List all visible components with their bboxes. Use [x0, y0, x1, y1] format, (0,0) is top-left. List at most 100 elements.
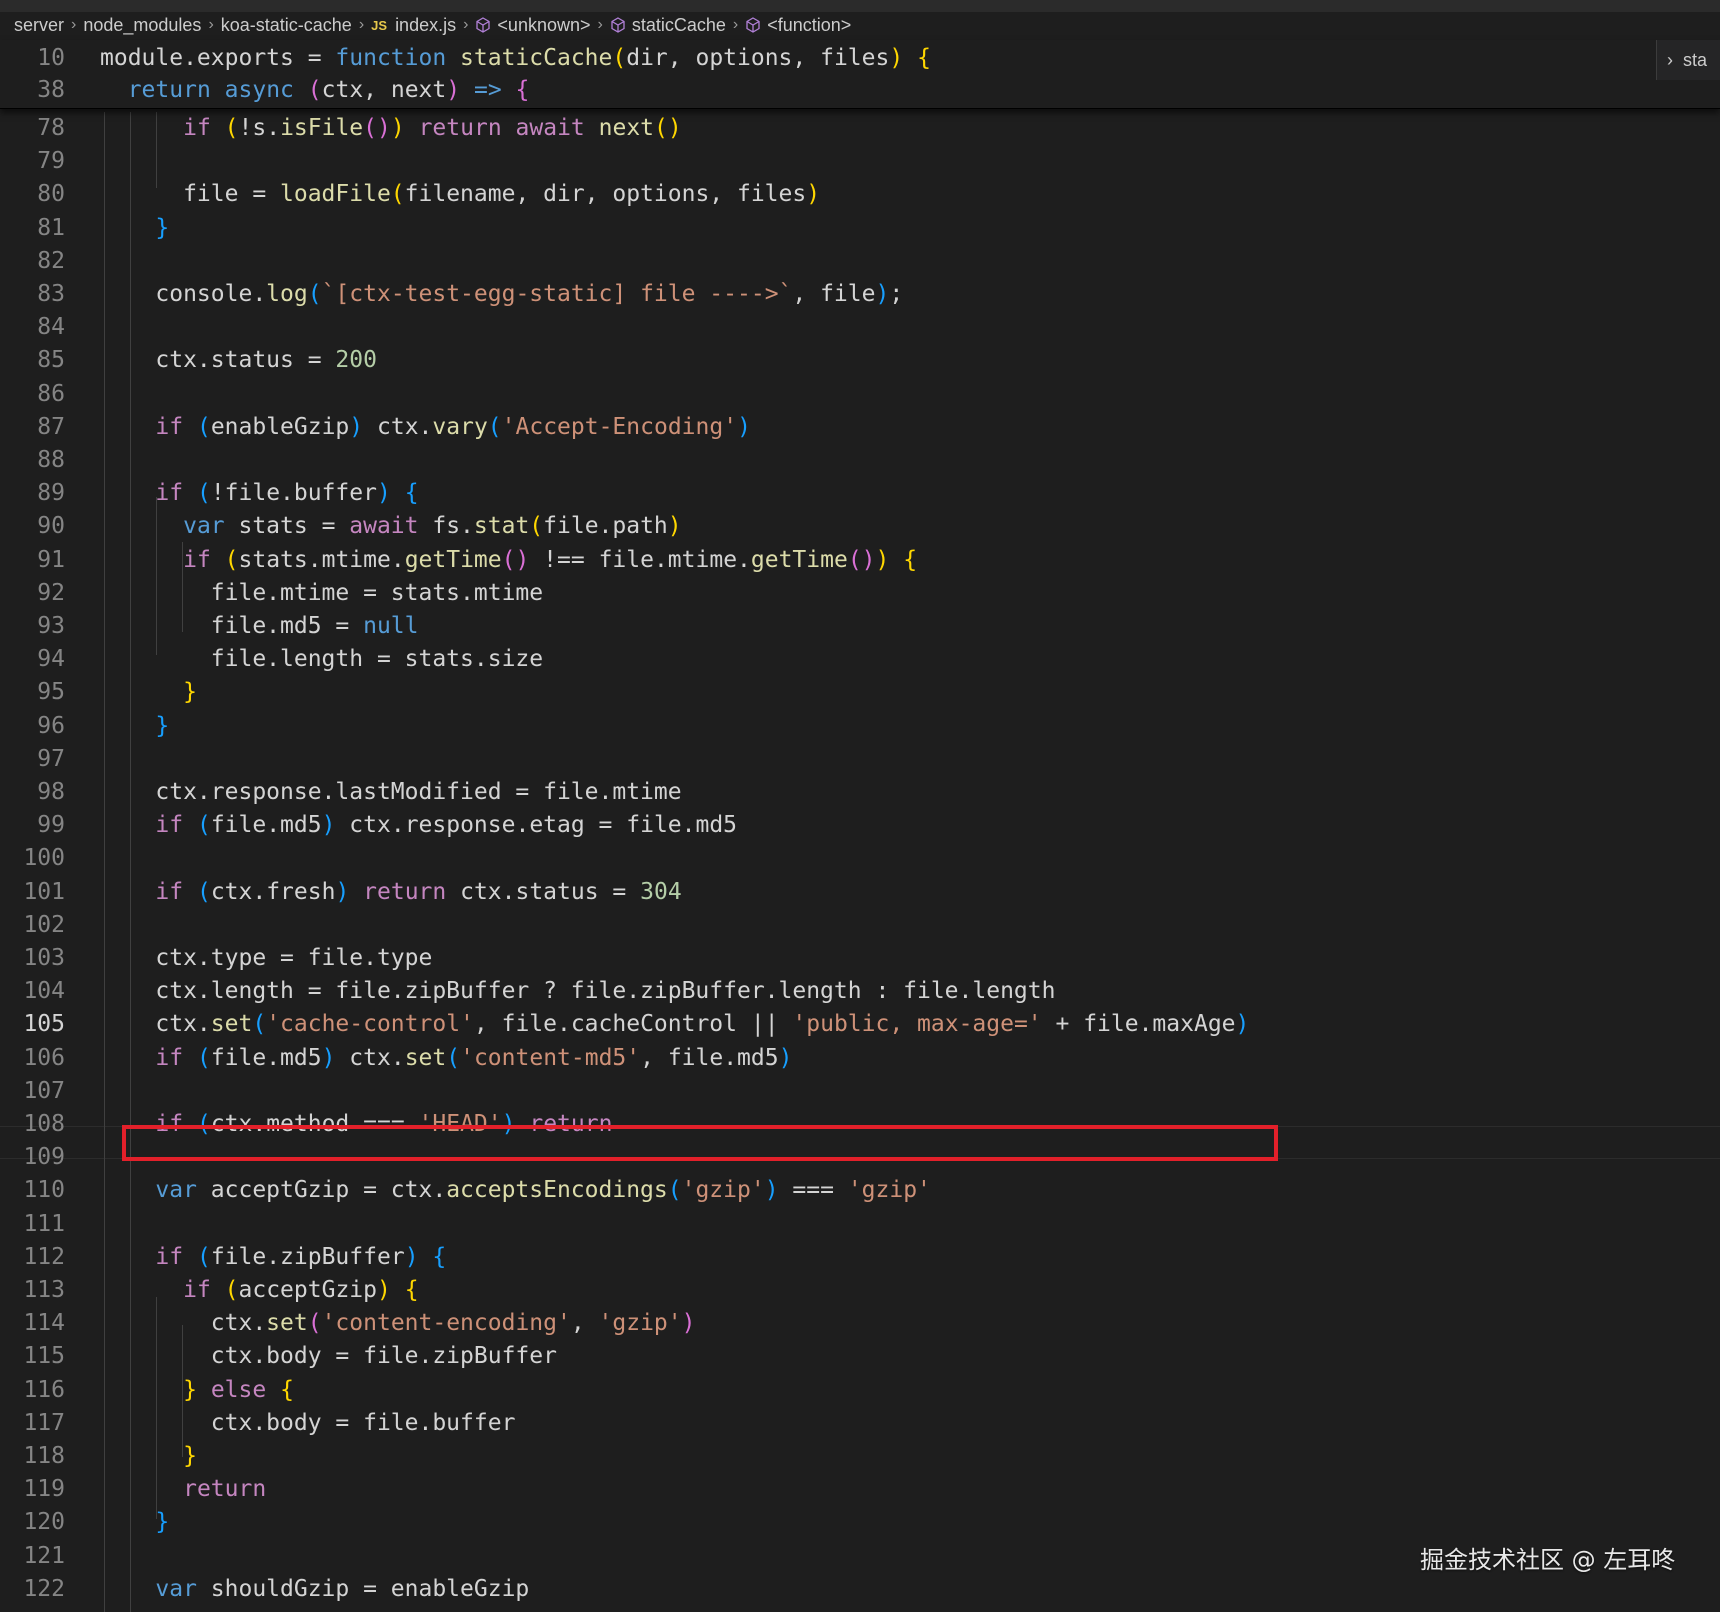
breadcrumb-item[interactable]: staticCache [610, 15, 726, 36]
code-line[interactable]: 78 if (!s.isFile()) return await next() [0, 112, 1720, 145]
code-token: if [155, 879, 184, 905]
code-text: console.log(`[ctx-test-egg-static] file … [100, 278, 903, 311]
code-token: if [155, 1045, 184, 1071]
code-line[interactable]: 105 ctx.set('cache-control', file.cacheC… [0, 1008, 1720, 1041]
code-line[interactable]: 96 } [0, 710, 1720, 743]
code-line[interactable]: 93 file.md5 = null [0, 610, 1720, 643]
code-line[interactable]: 101 if (ctx.fresh) return ctx.status = 3… [0, 876, 1720, 909]
code-token: if [155, 812, 184, 838]
code-line[interactable]: 100 [0, 842, 1720, 875]
code-line[interactable]: 84 [0, 311, 1720, 344]
code-token: { [432, 1244, 447, 1270]
code-line[interactable]: 112 if (file.zipBuffer) { [0, 1241, 1720, 1274]
line-number: 83 [37, 281, 65, 307]
code-text: var acceptGzip = ctx.acceptsEncodings('g… [100, 1174, 931, 1207]
code-line[interactable]: 106 if (file.md5) ctx.set('content-md5',… [0, 1042, 1720, 1075]
line-number: 111 [23, 1211, 65, 1237]
code-line[interactable]: 114 ctx.set('content-encoding', 'gzip') [0, 1307, 1720, 1340]
code-line[interactable]: 115 ctx.body = file.zipBuffer [0, 1340, 1720, 1373]
code-token: ( [196, 1045, 211, 1071]
code-line[interactable]: 90 var stats = await fs.stat(file.path) [0, 510, 1720, 543]
code-text: } [100, 212, 169, 245]
line-number: 101 [23, 879, 65, 905]
code-text: file.md5 = null [100, 610, 419, 643]
code-token: return [183, 1476, 267, 1502]
breadcrumb-item[interactable]: JS index.js [371, 15, 456, 36]
code-line[interactable]: 87 if (enableGzip) ctx.vary('Accept-Enco… [0, 411, 1720, 444]
code-token: set [210, 1011, 253, 1037]
code-line[interactable]: 85 ctx.status = 200 [0, 344, 1720, 377]
code-line[interactable]: 92 file.mtime = stats.mtime [0, 577, 1720, 610]
code-line[interactable]: 91 if (stats.mtime.getTime() !== file.mt… [0, 544, 1720, 577]
code-line[interactable]: 38 return async (ctx, next) => { [0, 74, 1720, 107]
line-number: 93 [37, 613, 65, 639]
code-text: if (!s.isFile()) return await next() [100, 112, 682, 145]
code-token: 200 [335, 347, 377, 373]
code-line[interactable]: 79 [0, 145, 1720, 178]
breadcrumb-item[interactable]: <function> [745, 15, 851, 36]
code-line[interactable]: 89 if (!file.buffer) { [0, 477, 1720, 510]
code-text: if (!file.buffer) { [100, 477, 418, 510]
code-line[interactable]: 94 file.length = stats.size [0, 643, 1720, 676]
code-line[interactable]: 102 [0, 909, 1720, 942]
code-line[interactable]: 88 [0, 444, 1720, 477]
code-line[interactable]: 113 if (acceptGzip) { [0, 1274, 1720, 1307]
code-line[interactable]: 99 if (file.md5) ctx.response.etag = fil… [0, 809, 1720, 842]
breadcrumb-item[interactable]: node_modules [83, 15, 201, 36]
code-text: ctx.response.lastModified = file.mtime [100, 776, 681, 809]
code-line[interactable]: 83 console.log(`[ctx-test-egg-static] fi… [0, 278, 1720, 311]
code-token: () [847, 547, 876, 573]
code-line[interactable]: 116 } else { [0, 1374, 1720, 1407]
code-token: file.md5 [210, 812, 322, 838]
breadcrumb-label: <unknown> [497, 14, 591, 35]
code-line[interactable]: 81 } [0, 212, 1720, 245]
code-text: if (ctx.fresh) return ctx.status = 304 [100, 876, 681, 909]
breadcrumb-item[interactable]: koa-static-cache [221, 15, 352, 36]
code-token: { [280, 1377, 294, 1403]
code-line[interactable]: 103 ctx.type = file.type [0, 942, 1720, 975]
code-line[interactable]: 119 return [0, 1473, 1720, 1506]
code-line[interactable]: 95 } [0, 676, 1720, 709]
breadcrumb-separator-icon: › [463, 16, 469, 33]
code-line[interactable]: 10 module.exports = function staticCache(… [0, 42, 1720, 75]
code-line[interactable]: 86 [0, 378, 1720, 411]
line-number: 88 [37, 447, 65, 473]
code-line[interactable]: 80 file = loadFile(filename, dir, option… [0, 178, 1720, 211]
breadcrumb-item[interactable]: server [14, 15, 64, 36]
code-line[interactable]: 120 } [0, 1506, 1720, 1539]
code-text: file = loadFile(filename, dir, options, … [100, 178, 820, 211]
code-token: vary [432, 414, 488, 440]
line-number: 97 [37, 746, 65, 772]
code-token: ( [487, 414, 502, 440]
line-number: 118 [23, 1443, 65, 1469]
code-line[interactable]: 110 var acceptGzip = ctx.acceptsEncoding… [0, 1174, 1720, 1207]
code-line[interactable]: 104 ctx.length = file.zipBuffer ? file.z… [0, 975, 1720, 1008]
code-token: ( [224, 115, 239, 141]
code-line[interactable]: 122 var shouldGzip = enableGzip [0, 1573, 1720, 1606]
code-token: 'Accept-Encoding' [501, 414, 738, 440]
line-number: 103 [23, 945, 65, 971]
code-token: if [183, 1277, 211, 1303]
code-line[interactable]: 118 } [0, 1440, 1720, 1473]
breadcrumb-item[interactable]: <unknown> [475, 14, 591, 36]
breadcrumb-label: <function> [767, 14, 852, 35]
code-token: ctx.status = [446, 879, 641, 905]
code-line[interactable]: 107 [0, 1075, 1720, 1108]
code-line[interactable]: 98 ctx.response.lastModified = file.mtim… [0, 776, 1720, 809]
code-token: log [266, 281, 308, 307]
code-token: ( [252, 1011, 267, 1037]
code-line[interactable]: 82 [0, 245, 1720, 278]
outline-peek-button[interactable]: › sta [1656, 40, 1720, 80]
code-editor[interactable]: 78 if (!s.isFile()) return await next() 7… [0, 112, 1720, 1612]
code-token: } [155, 215, 170, 241]
code-line[interactable]: 111 [0, 1208, 1720, 1241]
code-token: === [778, 1177, 848, 1203]
line-number: 91 [37, 547, 65, 573]
code-line[interactable]: 117 ctx.body = file.buffer [0, 1407, 1720, 1440]
code-line[interactable]: 97 [0, 743, 1720, 776]
